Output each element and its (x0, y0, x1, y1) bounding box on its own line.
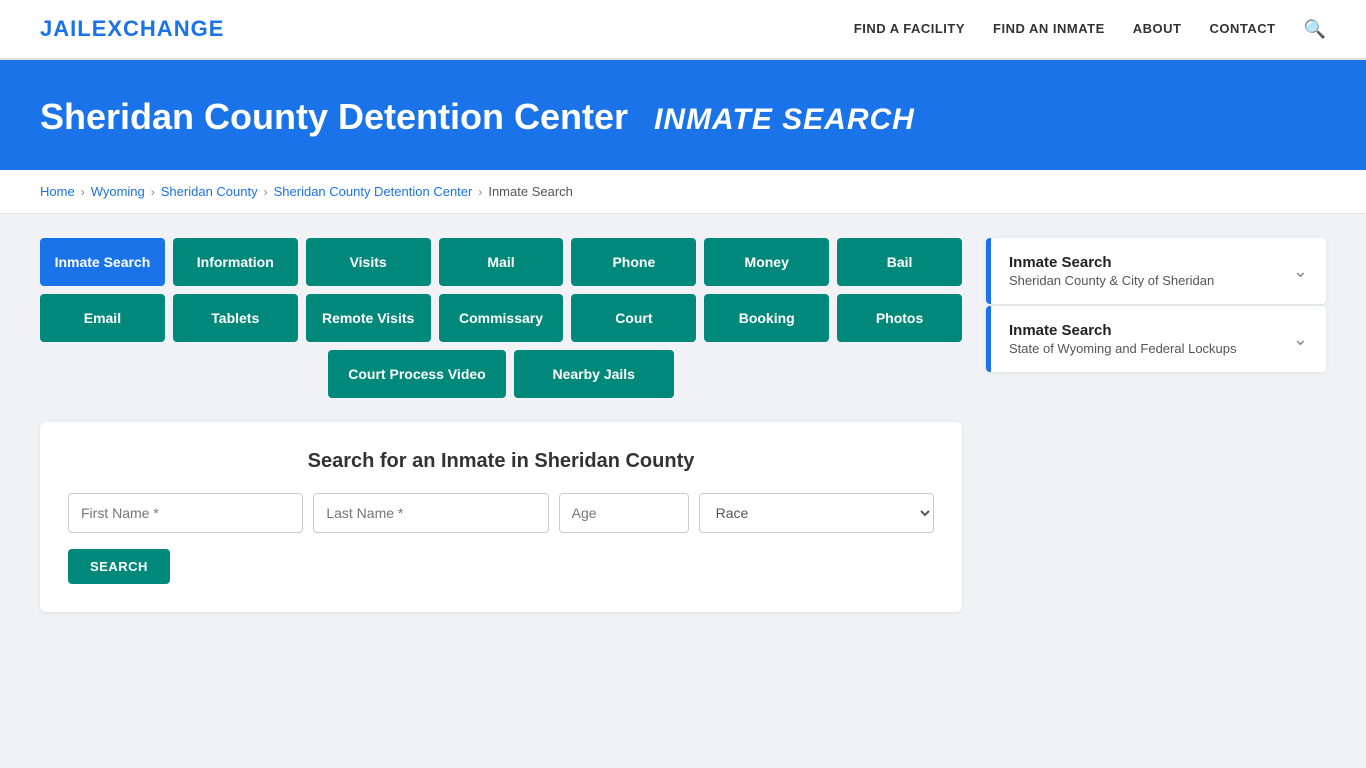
tab-inmate-search[interactable]: Inmate Search (40, 238, 165, 286)
sidebar-card-1: Inmate Search Sheridan County & City of … (986, 238, 1326, 304)
tab-bail[interactable]: Bail (837, 238, 962, 286)
search-button[interactable]: SEARCH (68, 549, 170, 584)
tab-booking[interactable]: Booking (704, 294, 829, 342)
nav-about[interactable]: ABOUT (1133, 20, 1182, 38)
tab-email[interactable]: Email (40, 294, 165, 342)
breadcrumb-detention-center[interactable]: Sheridan County Detention Center (274, 184, 473, 199)
search-fields: Race White Black Hispanic Asian Native A… (68, 493, 934, 533)
first-name-input[interactable] (68, 493, 303, 533)
logo-part2-colored: EXCHANGE (92, 16, 225, 41)
sidebar-card-1-header[interactable]: Inmate Search Sheridan County & City of … (986, 238, 1326, 304)
tabs-row2: Email Tablets Remote Visits Commissary C… (40, 294, 962, 342)
nav-links: FIND A FACILITY FIND AN INMATE ABOUT CON… (854, 19, 1326, 40)
tab-commissary[interactable]: Commissary (439, 294, 564, 342)
sidebar-card-2-subtitle: State of Wyoming and Federal Lockups (1009, 341, 1237, 356)
tab-court[interactable]: Court (571, 294, 696, 342)
tab-mail[interactable]: Mail (439, 238, 564, 286)
breadcrumb-current: Inmate Search (488, 184, 573, 199)
sidebar-card-1-title: Inmate Search (1009, 254, 1214, 271)
tab-phone[interactable]: Phone (571, 238, 696, 286)
sidebar-card-2: Inmate Search State of Wyoming and Feder… (986, 306, 1326, 372)
nav-contact[interactable]: CONTACT (1209, 20, 1275, 38)
hero-title: Sheridan County Detention Center INMATE … (40, 96, 1326, 138)
tab-photos[interactable]: Photos (837, 294, 962, 342)
tab-court-process-video[interactable]: Court Process Video (328, 350, 505, 398)
last-name-input[interactable] (313, 493, 548, 533)
nav-find-inmate[interactable]: FIND AN INMATE (993, 20, 1105, 38)
sidebar-card-1-subtitle: Sheridan County & City of Sheridan (1009, 273, 1214, 288)
age-input[interactable] (559, 493, 689, 533)
right-sidebar: Inmate Search Sheridan County & City of … (986, 238, 1326, 374)
breadcrumb-wyoming[interactable]: Wyoming (91, 184, 145, 199)
nav-find-facility[interactable]: FIND A FACILITY (854, 20, 965, 38)
navbar: JAILEXCHANGE FIND A FACILITY FIND AN INM… (0, 0, 1366, 60)
chevron-down-icon: ⌄ (1293, 261, 1308, 282)
hero-section: Sheridan County Detention Center INMATE … (0, 60, 1366, 170)
logo-part1: JAIL (40, 16, 92, 41)
left-column: Inmate Search Information Visits Mail Ph… (40, 238, 962, 612)
nav-search-icon[interactable]: 🔍 (1304, 19, 1326, 40)
tabs-row3: Court Process Video Nearby Jails (40, 350, 962, 398)
tab-money[interactable]: Money (704, 238, 829, 286)
sidebar-card-2-header[interactable]: Inmate Search State of Wyoming and Feder… (986, 306, 1326, 372)
breadcrumb-home[interactable]: Home (40, 184, 75, 199)
tab-information[interactable]: Information (173, 238, 298, 286)
tab-visits[interactable]: Visits (306, 238, 431, 286)
chevron-down-icon-2: ⌄ (1293, 329, 1308, 350)
search-box: Search for an Inmate in Sheridan County … (40, 422, 962, 612)
tab-nearby-jails[interactable]: Nearby Jails (514, 350, 674, 398)
logo[interactable]: JAILEXCHANGE (40, 16, 224, 42)
search-title: Search for an Inmate in Sheridan County (68, 450, 934, 473)
breadcrumb-county[interactable]: Sheridan County (161, 184, 258, 199)
tabs-row1: Inmate Search Information Visits Mail Ph… (40, 238, 962, 286)
main-container: Inmate Search Information Visits Mail Ph… (0, 214, 1366, 636)
tab-tablets[interactable]: Tablets (173, 294, 298, 342)
race-select[interactable]: Race White Black Hispanic Asian Native A… (699, 493, 934, 533)
breadcrumb: Home › Wyoming › Sheridan County › Sheri… (0, 170, 1366, 214)
tab-remote-visits[interactable]: Remote Visits (306, 294, 431, 342)
sidebar-card-2-title: Inmate Search (1009, 322, 1237, 339)
